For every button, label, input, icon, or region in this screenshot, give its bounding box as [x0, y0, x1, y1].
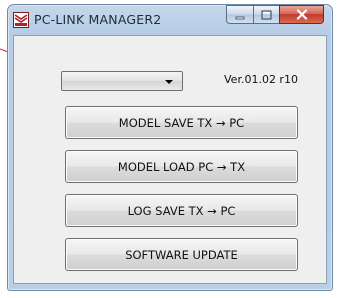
close-icon: [296, 5, 308, 24]
app-logo-icon: [13, 12, 29, 28]
model-load-button[interactable]: MODEL LOAD PC → TX: [65, 150, 298, 183]
caption-buttons: [226, 5, 324, 27]
version-label: Ver.01.02 r10: [224, 73, 298, 86]
model-save-button[interactable]: MODEL SAVE TX → PC: [65, 106, 298, 139]
client-area: Ver.01.02 r10 MODEL SAVE TX → PC MODEL L…: [13, 35, 327, 284]
maximize-icon: [261, 5, 272, 24]
app-window: PC-LINK MANAGER2 Ver.01.02 r10 MODEL SAV…: [7, 4, 333, 291]
software-update-button[interactable]: SOFTWARE UPDATE: [65, 238, 298, 271]
minimize-icon: [235, 5, 245, 24]
minimize-button[interactable]: [226, 5, 253, 24]
maximize-button[interactable]: [253, 5, 279, 24]
log-save-button[interactable]: LOG SAVE TX → PC: [65, 194, 298, 227]
model-select-dropdown[interactable]: [61, 71, 183, 91]
close-button[interactable]: [279, 5, 324, 24]
window-title: PC-LINK MANAGER2: [34, 12, 162, 27]
chevron-down-icon: [165, 80, 173, 84]
title-bar[interactable]: PC-LINK MANAGER2: [8, 5, 332, 35]
